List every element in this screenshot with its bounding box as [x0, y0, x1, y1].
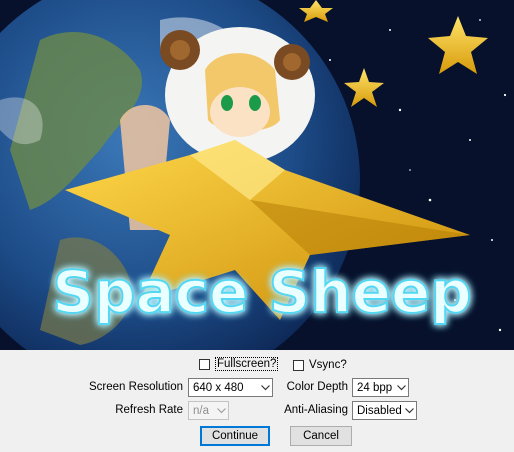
- screen-resolution-value: 640 x 480: [193, 381, 244, 394]
- color-depth-select[interactable]: 24 bpp: [352, 378, 409, 397]
- chevron-down-icon: [258, 384, 272, 391]
- screen-resolution-label: Screen Resolution: [89, 381, 183, 393]
- continue-button[interactable]: Continue: [200, 426, 270, 446]
- fullscreen-label: Fullscreen?: [215, 357, 279, 371]
- refresh-rate-label: Refresh Rate: [115, 404, 183, 416]
- anti-aliasing-select[interactable]: Disabled: [352, 401, 417, 420]
- fullscreen-checkbox[interactable]: Fullscreen?: [199, 357, 279, 371]
- screen-resolution-select[interactable]: 640 x 480: [188, 378, 273, 397]
- cancel-button-label: Cancel: [303, 430, 339, 442]
- settings-panel: Fullscreen? Vsync? Screen Resolution 640…: [0, 350, 514, 452]
- chevron-down-icon: [394, 384, 408, 391]
- splash-banner: Space Sheep: [0, 0, 514, 350]
- cancel-button[interactable]: Cancel: [290, 426, 352, 446]
- vsync-checkbox[interactable]: Vsync?: [293, 359, 347, 371]
- color-depth-value: 24 bpp: [357, 381, 393, 394]
- continue-button-label: Continue: [211, 430, 259, 442]
- vsync-label: Vsync?: [309, 359, 347, 371]
- refresh-rate-value: n/a: [193, 404, 209, 417]
- game-title: Space Sheep: [52, 258, 472, 326]
- color-depth-label: Color Depth: [286, 381, 348, 393]
- checkbox-box[interactable]: [199, 358, 210, 370]
- anti-aliasing-value: Disabled: [357, 404, 402, 417]
- anti-aliasing-label: Anti-Aliasing: [284, 404, 348, 416]
- refresh-rate-select[interactable]: n/a: [188, 401, 229, 420]
- chevron-down-icon: [402, 407, 416, 414]
- chevron-down-icon: [214, 407, 228, 414]
- checkbox-box[interactable]: [293, 359, 304, 371]
